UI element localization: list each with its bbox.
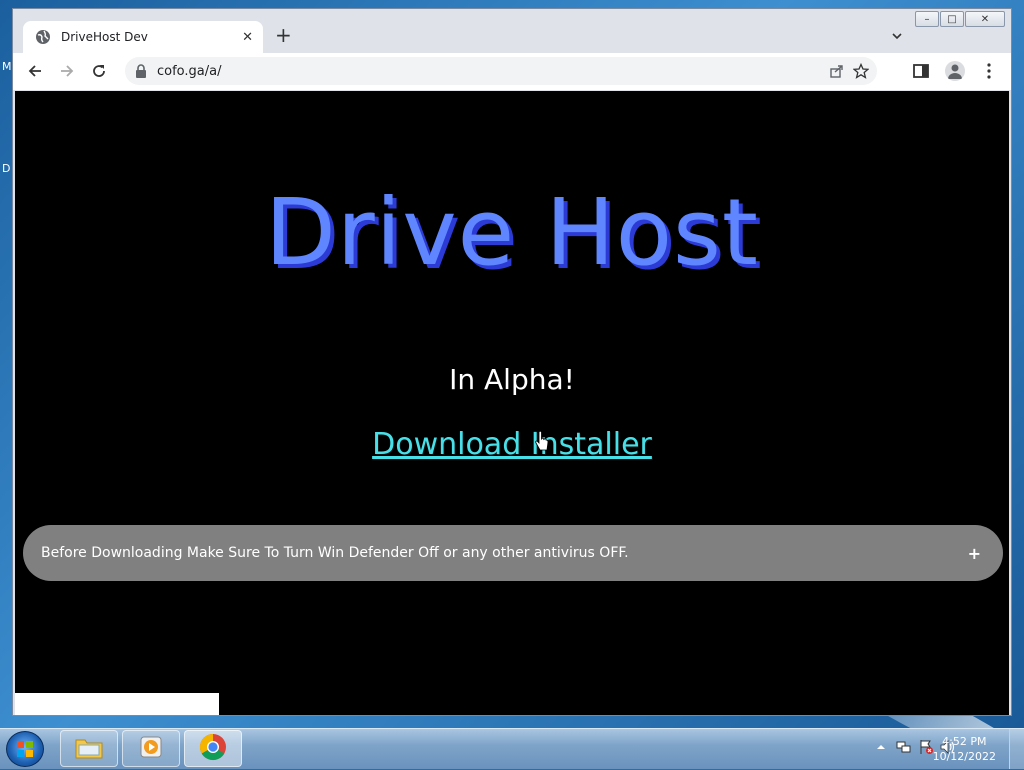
notice-text: Before Downloading Make Sure To Turn Win… (41, 545, 629, 561)
chevron-down-icon[interactable] (891, 27, 903, 40)
tab-title: DriveHost Dev (61, 30, 148, 44)
taskbar: 4:52 PM 10/12/2022 (0, 728, 1024, 769)
bookmark-star-icon[interactable] (852, 62, 870, 83)
taskbar-explorer[interactable] (60, 730, 118, 767)
side-panel-icon[interactable] (911, 61, 931, 85)
desktop-icon-label-d: D (2, 162, 11, 175)
kebab-menu-icon[interactable] (979, 61, 999, 85)
alpha-subtitle: In Alpha! (449, 363, 575, 396)
download-installer-link[interactable]: Download Installer (15, 427, 1009, 462)
expand-plus-icon[interactable]: + (968, 544, 981, 563)
back-arrow-icon[interactable] (25, 61, 45, 81)
close-tab-icon[interactable]: ✕ (242, 30, 253, 45)
url-text: cofo.ga/a/ (157, 63, 222, 79)
profile-avatar-icon[interactable] (945, 61, 965, 81)
reload-icon[interactable] (89, 61, 109, 81)
hero-title: Drive Host (265, 179, 759, 286)
start-button[interactable] (6, 731, 44, 767)
folder-icon (74, 734, 104, 764)
page-viewport: Drive Host In Alpha! Download Installer … (15, 91, 1009, 715)
browser-toolbar: cofo.ga/a/ (13, 53, 1011, 90)
share-icon[interactable] (829, 63, 845, 83)
taskbar-clock[interactable]: 4:52 PM 10/12/2022 (933, 734, 996, 764)
media-player-icon (138, 734, 164, 764)
taskbar-media-player[interactable] (122, 730, 180, 767)
taskbar-chrome[interactable] (184, 730, 242, 767)
status-bar-strip (15, 693, 219, 715)
tab-strip: DriveHost Dev ✕ + (13, 9, 1011, 53)
globe-icon (35, 29, 51, 45)
clock-date: 10/12/2022 (932, 750, 996, 763)
network-icon[interactable] (896, 739, 911, 753)
tab-drivehost[interactable]: DriveHost Dev ✕ (23, 21, 263, 53)
antivirus-notice-accordion[interactable]: Before Downloading Make Sure To Turn Win… (23, 525, 1003, 581)
show-hidden-icons-icon[interactable] (874, 739, 888, 753)
chrome-icon (198, 732, 228, 766)
address-bar[interactable]: cofo.ga/a/ (125, 57, 877, 85)
desktop-icon-label-m: M (2, 60, 12, 73)
show-desktop-button[interactable] (1009, 729, 1024, 769)
browser-window: – □ ✕ DriveHost Dev ✕ + cofo.ga/a/ Drive… (12, 8, 1012, 716)
clock-time: 4:52 PM (942, 735, 987, 748)
lock-icon (135, 64, 147, 78)
new-tab-icon[interactable]: + (275, 25, 292, 45)
action-center-flag-icon[interactable] (918, 739, 933, 754)
hand-cursor-icon (535, 430, 549, 453)
forward-arrow-icon[interactable] (57, 61, 77, 81)
